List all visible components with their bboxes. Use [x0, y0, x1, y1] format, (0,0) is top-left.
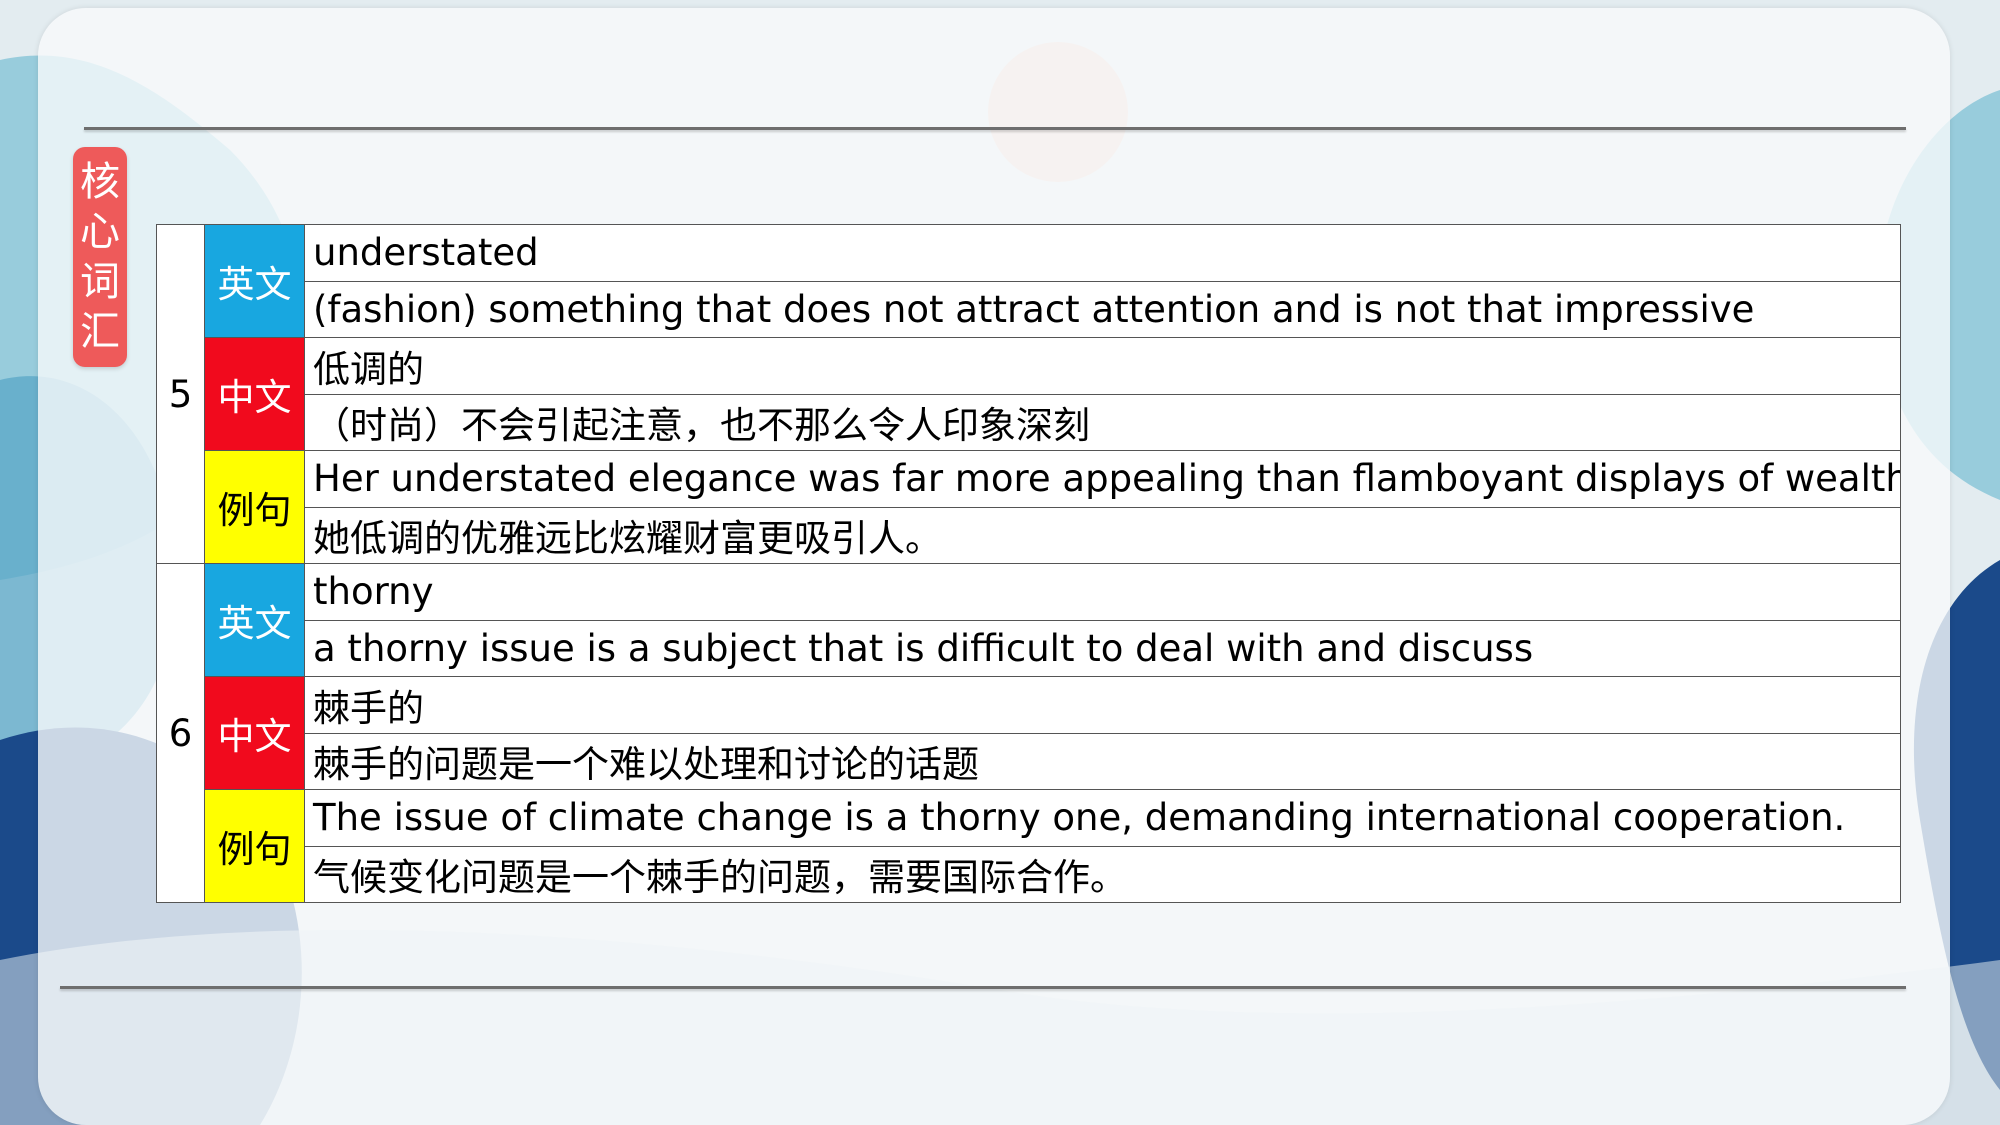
table-row: 气候变化问题是一个棘手的问题，需要国际合作。: [157, 845, 1901, 903]
core-vocabulary-tag: 核 心 词 汇: [73, 147, 127, 367]
table-row: 例句 Her understated elegance was far more…: [157, 450, 1901, 564]
english-word: understated: [304, 224, 1901, 282]
bottom-divider: [60, 986, 1906, 989]
chinese-definition: （时尚）不会引起注意，也不那么令人印象深刻: [304, 393, 1901, 451]
table-row: 5 英文 understated: [156, 224, 1901, 564]
table-row: 中文 低调的: [157, 337, 1901, 451]
english-label: 英文: [204, 563, 305, 677]
table-row: a thorny issue is a subject that is diff…: [157, 619, 1901, 677]
tag-char: 核: [80, 159, 120, 205]
example-label: 例句: [204, 789, 305, 903]
example-english: Her understated elegance was far more ap…: [304, 450, 1901, 508]
table-row: 她低调的优雅远比炫耀财富更吸引人。: [157, 506, 1901, 564]
table-row: 例句 The issue of climate change is a thor…: [157, 789, 1901, 903]
chinese-definition: 棘手的问题是一个难以处理和讨论的话题: [304, 732, 1901, 790]
english-definition: (fashion) something that does not attrac…: [304, 280, 1901, 338]
english-definition: a thorny issue is a subject that is diff…: [304, 619, 1901, 677]
top-divider: [84, 127, 1906, 130]
table-row: 中文 棘手的: [157, 676, 1901, 790]
chinese-word: 棘手的: [304, 676, 1901, 734]
tag-char: 心: [80, 209, 120, 255]
table-row: 棘手的问题是一个难以处理和讨论的话题: [157, 732, 1901, 790]
chinese-label: 中文: [204, 676, 305, 790]
table-row: 6 英文 thorny: [156, 563, 1901, 903]
table-row: （时尚）不会引起注意，也不那么令人印象深刻: [157, 393, 1901, 451]
entry-number: 5: [156, 224, 205, 564]
chinese-label: 中文: [204, 337, 305, 451]
chinese-word: 低调的: [304, 337, 1901, 395]
tag-char: 词: [80, 259, 120, 305]
entry-number: 6: [156, 563, 205, 903]
vocabulary-table: 5 英文 understated (fashion) something tha…: [156, 224, 1901, 903]
example-label: 例句: [204, 450, 305, 564]
example-chinese: 她低调的优雅远比炫耀财富更吸引人。: [304, 506, 1901, 564]
example-chinese: 气候变化问题是一个棘手的问题，需要国际合作。: [304, 845, 1901, 903]
tag-char: 汇: [80, 309, 120, 355]
english-word: thorny: [304, 563, 1901, 621]
example-english: The issue of climate change is a thorny …: [304, 789, 1901, 847]
english-label: 英文: [204, 224, 305, 338]
table-row: (fashion) something that does not attrac…: [157, 280, 1901, 338]
